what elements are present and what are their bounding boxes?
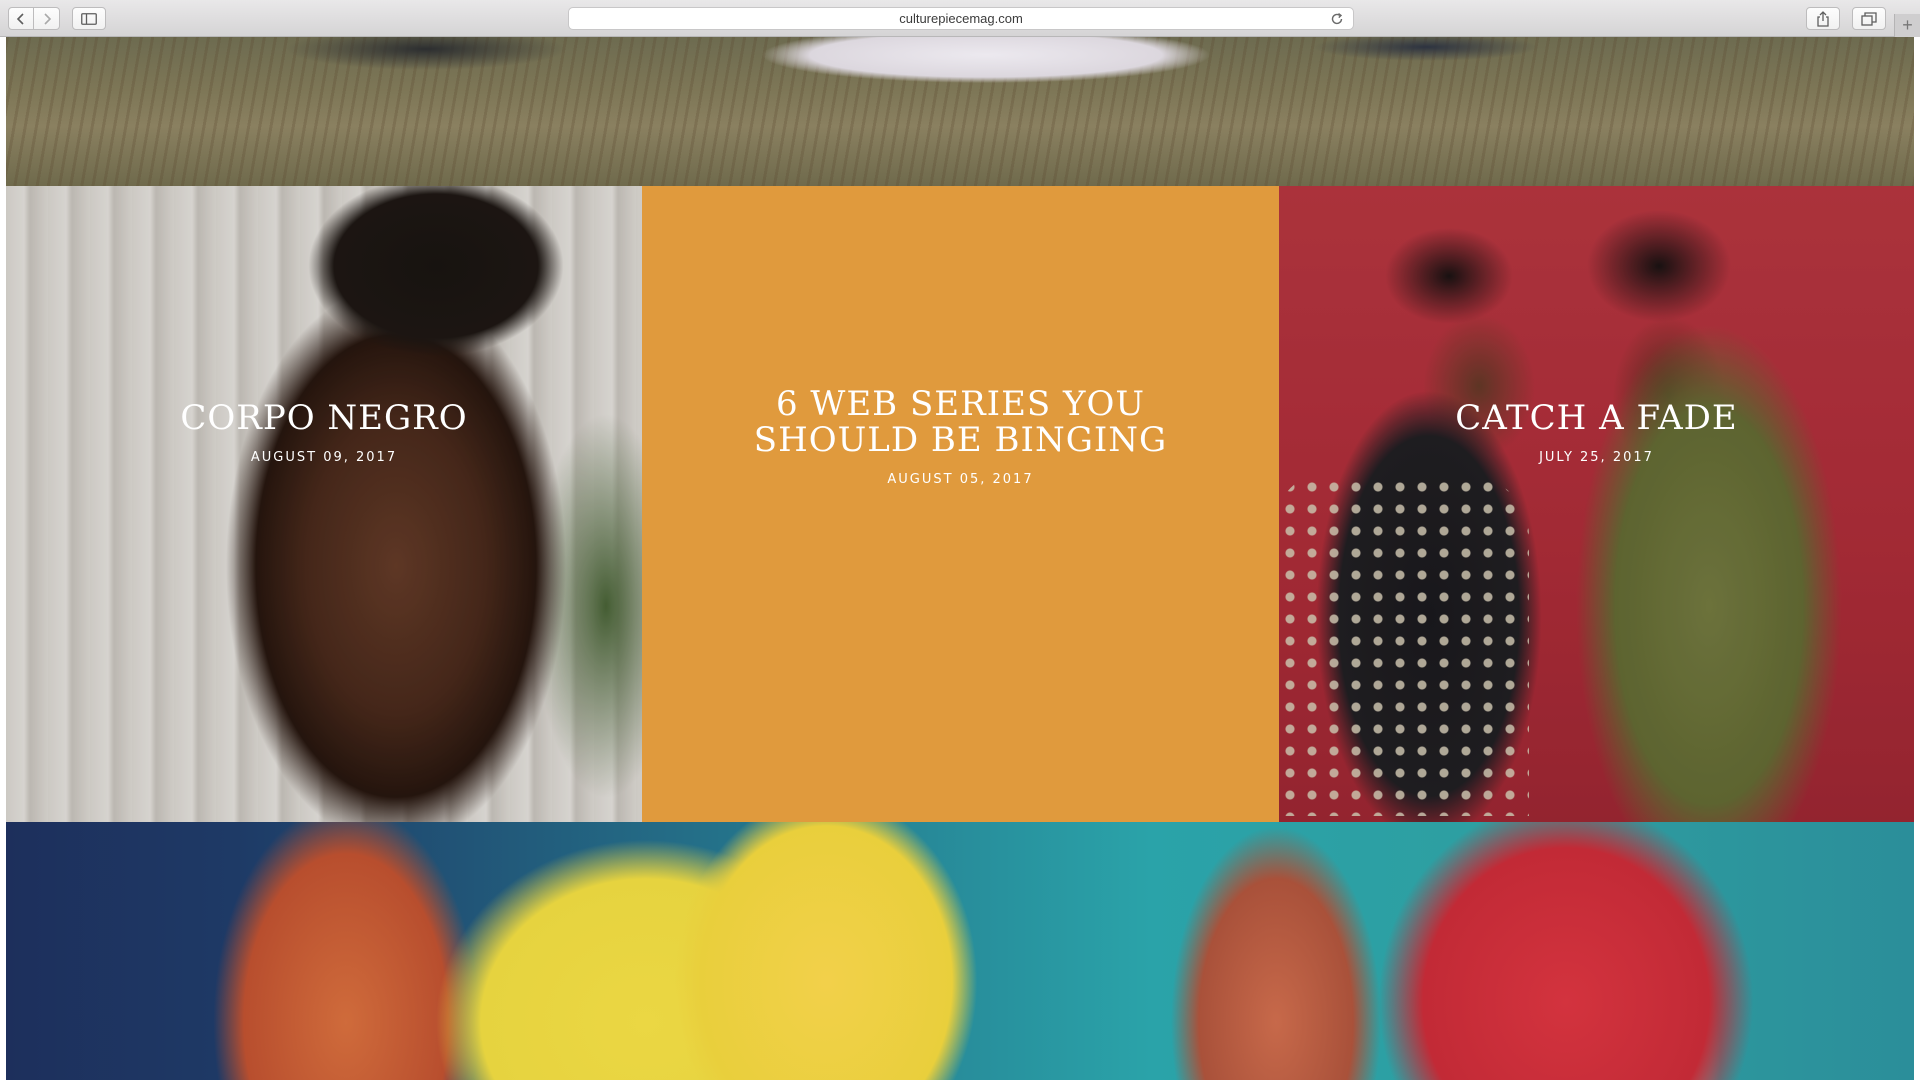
url-text: culturepiecemag.com <box>899 11 1023 26</box>
back-button[interactable] <box>8 7 34 30</box>
browser-toolbar: culturepiecemag.com + <box>0 0 1920 37</box>
tabs-icon <box>1861 11 1877 26</box>
tile-caption: 6 WEB SERIES YOU SHOULD BE BINGING AUGUS… <box>642 386 1279 487</box>
new-tab-button[interactable]: + <box>1894 14 1920 37</box>
chevron-right-icon <box>43 12 51 25</box>
tile-overlay <box>1279 186 1914 822</box>
article-title[interactable]: CORPO NEGRO <box>6 400 642 436</box>
reload-icon <box>1331 13 1343 25</box>
article-date: JULY 25, 2017 <box>1539 450 1654 465</box>
address-bar[interactable]: culturepiecemag.com <box>568 7 1354 30</box>
page-content: CORPO NEGRO AUGUST 09, 2017 6 WEB SERIES… <box>6 37 1914 1080</box>
article-tile-web-series[interactable]: 6 WEB SERIES YOU SHOULD BE BINGING AUGUS… <box>642 186 1279 822</box>
sidebar-icon <box>81 12 97 25</box>
article-grid: CORPO NEGRO AUGUST 09, 2017 6 WEB SERIES… <box>6 186 1914 822</box>
article-date: AUGUST 09, 2017 <box>250 450 398 465</box>
reload-button[interactable] <box>1329 11 1345 27</box>
hero-image-top[interactable] <box>6 37 1914 186</box>
forward-button[interactable] <box>34 7 60 30</box>
plus-icon: + <box>1902 15 1913 35</box>
sidebar-button[interactable] <box>72 7 106 30</box>
chevron-left-icon <box>16 12 24 25</box>
article-date: AUGUST 05, 2017 <box>887 472 1034 487</box>
tabs-button[interactable] <box>1852 7 1886 30</box>
article-title[interactable]: CATCH A FADE <box>1279 400 1914 436</box>
share-icon <box>1817 10 1829 27</box>
article-tile-catch-a-fade[interactable]: CATCH A FADE JULY 25, 2017 <box>1279 186 1914 822</box>
tile-caption: CATCH A FADE JULY 25, 2017 <box>1279 400 1914 465</box>
article-title[interactable]: 6 WEB SERIES YOU SHOULD BE BINGING <box>692 386 1229 458</box>
tile-caption: CORPO NEGRO AUGUST 09, 2017 <box>6 400 642 465</box>
hero-image-bottom[interactable] <box>6 822 1914 1080</box>
tile-overlay <box>6 186 642 822</box>
article-tile-corpo-negro[interactable]: CORPO NEGRO AUGUST 09, 2017 <box>6 186 642 822</box>
share-button[interactable] <box>1806 7 1840 30</box>
nav-buttons <box>8 7 60 30</box>
